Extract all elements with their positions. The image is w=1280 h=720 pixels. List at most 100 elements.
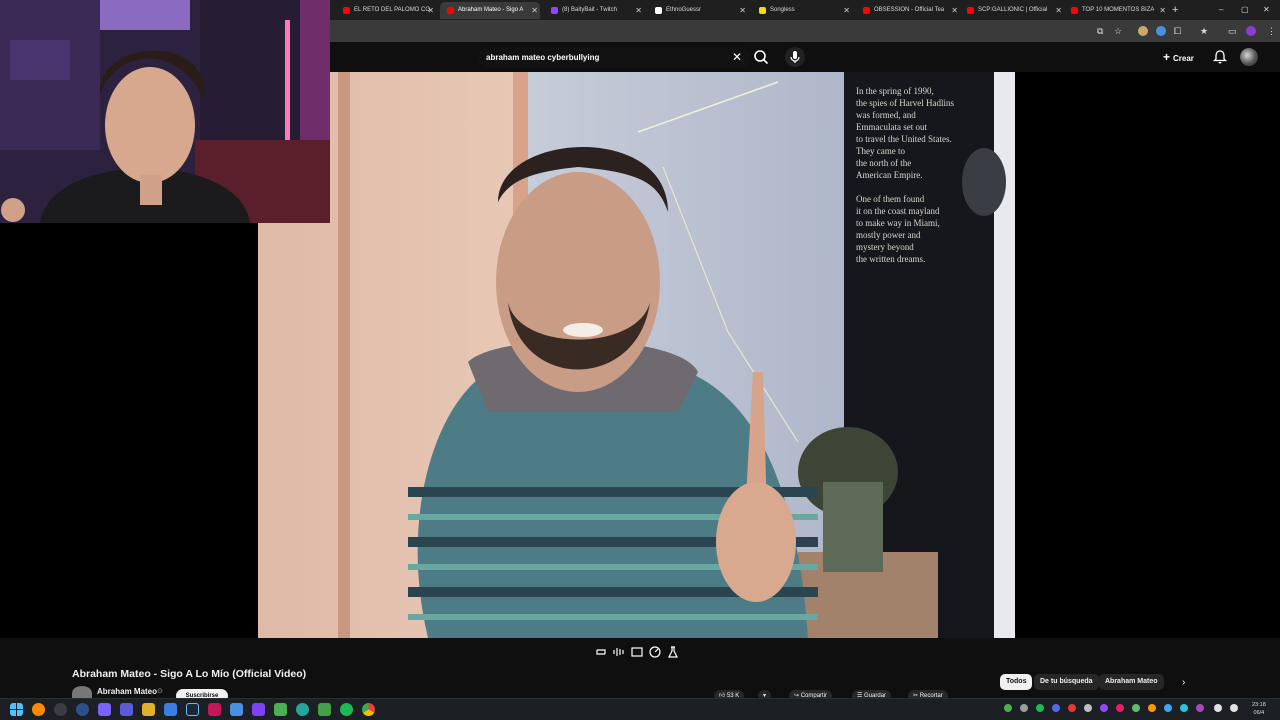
maximize-button[interactable]: ▢ bbox=[1241, 2, 1249, 18]
close-tab-icon[interactable]: ✕ bbox=[635, 2, 642, 19]
create-button[interactable]: + Crear bbox=[1163, 48, 1194, 66]
browser-tab[interactable]: (8) BaityBait - Twitch ✕ bbox=[544, 2, 644, 19]
songless-favicon-icon bbox=[759, 7, 766, 14]
channel-name[interactable]: Abraham Mateo bbox=[97, 687, 157, 696]
clear-search-icon[interactable]: ✕ bbox=[732, 47, 742, 68]
taskbar-app-icon[interactable] bbox=[76, 703, 89, 716]
create-label: Crear bbox=[1173, 54, 1194, 63]
search-icon[interactable] bbox=[32, 703, 45, 716]
close-tab-icon[interactable]: ✕ bbox=[843, 2, 850, 19]
taskbar-app-icon[interactable] bbox=[54, 703, 67, 716]
svg-text:was formed, and: was formed, and bbox=[856, 110, 916, 120]
tab-title: (8) BaityBait - Twitch bbox=[562, 7, 617, 13]
chip-abraham-mateo[interactable]: Abraham Mateo bbox=[1099, 674, 1164, 690]
miniplayer-icon[interactable] bbox=[630, 644, 644, 660]
tab-title: SCP:GALLIONIC | Official bbox=[978, 7, 1048, 13]
tray-icon[interactable] bbox=[1164, 704, 1172, 712]
windows-start-icon[interactable] bbox=[10, 703, 23, 716]
close-tab-icon[interactable]: ✕ bbox=[1055, 2, 1062, 19]
tray-icon[interactable] bbox=[1148, 704, 1156, 712]
tray-icon[interactable] bbox=[1116, 704, 1124, 712]
bookmarks-icon[interactable]: ★ bbox=[1200, 24, 1208, 38]
bookmark-star-icon[interactable]: ☆ bbox=[1114, 24, 1122, 38]
taskbar-app-icon[interactable] bbox=[318, 703, 331, 716]
spotify-icon[interactable] bbox=[340, 703, 353, 716]
close-tab-icon[interactable]: ✕ bbox=[739, 2, 746, 19]
profile-avatar-icon[interactable] bbox=[1246, 26, 1256, 36]
svg-text:In the spring of 1990,: In the spring of 1990, bbox=[856, 86, 934, 96]
browser-menu-icon[interactable]: ⋮ bbox=[1267, 24, 1276, 38]
os-taskbar: 23:18 06/4 bbox=[0, 698, 1280, 720]
tray-icon[interactable] bbox=[1004, 704, 1012, 712]
browser-tab-active[interactable]: Abraham Mateo - Sigo A ✕ bbox=[440, 2, 540, 19]
tray-icon[interactable] bbox=[1052, 704, 1060, 712]
close-tab-icon[interactable]: ✕ bbox=[951, 2, 958, 19]
tray-icon[interactable] bbox=[1180, 704, 1188, 712]
taskbar-app-icon[interactable] bbox=[142, 703, 155, 716]
video-frame[interactable]: In the spring of 1990, the spies of Harv… bbox=[258, 72, 1015, 638]
close-tab-icon[interactable]: ✕ bbox=[531, 2, 538, 19]
loop-icon[interactable] bbox=[594, 644, 608, 660]
svg-text:to travel the United States.: to travel the United States. bbox=[856, 134, 952, 144]
svg-text:it on the coast mayland: it on the coast mayland bbox=[856, 206, 940, 216]
chevron-right-icon[interactable]: › bbox=[1182, 676, 1185, 690]
taskbar-app-icon[interactable] bbox=[164, 703, 177, 716]
plus-icon: + bbox=[1163, 50, 1171, 64]
chip-todos[interactable]: Todos bbox=[1000, 674, 1033, 690]
speed-gauge-icon[interactable] bbox=[648, 644, 662, 660]
extension-icon[interactable] bbox=[1138, 26, 1148, 36]
taskbar-app-icon[interactable] bbox=[230, 703, 243, 716]
taskbar-app-icon[interactable] bbox=[120, 703, 133, 716]
wifi-icon[interactable] bbox=[1214, 704, 1222, 712]
notifications-bell-icon[interactable] bbox=[1212, 49, 1228, 65]
browser-tab[interactable]: OBSESSION - Official Tea ✕ bbox=[856, 2, 960, 19]
taskbar-app-icon[interactable] bbox=[98, 703, 111, 716]
clock-date: 06/4 bbox=[1253, 710, 1265, 716]
youtube-favicon-icon bbox=[863, 7, 870, 14]
browser-tab[interactable]: Songless ✕ bbox=[752, 2, 852, 19]
audio-wave-icon[interactable] bbox=[612, 644, 626, 660]
tray-icon[interactable] bbox=[1100, 704, 1108, 712]
browser-tab[interactable]: EL RETO DEL PALOMO CO ✕ bbox=[336, 2, 436, 19]
tab-title: OBSESSION - Official Tea bbox=[874, 7, 945, 13]
tray-icon[interactable] bbox=[1084, 704, 1092, 712]
tray-icon[interactable] bbox=[1196, 704, 1204, 712]
install-app-icon[interactable]: ⧉ bbox=[1097, 24, 1103, 38]
search-box[interactable]: abraham mateo cyberbullying ✕ bbox=[478, 47, 751, 68]
tray-icon[interactable] bbox=[1036, 704, 1044, 712]
extensions-puzzle-icon[interactable]: ⧠ bbox=[1174, 24, 1181, 38]
minimize-button[interactable]: – bbox=[1219, 2, 1223, 18]
svg-text:American Empire.: American Empire. bbox=[856, 170, 922, 180]
chip-de-tu-busqueda[interactable]: De tu búsqueda bbox=[1034, 674, 1099, 690]
chrome-icon[interactable] bbox=[362, 703, 375, 716]
streamer-webcam bbox=[0, 0, 330, 223]
taskbar-app-icon[interactable] bbox=[252, 703, 265, 716]
browser-tab[interactable]: TOP 10 MOMENTOS BIZA ✕ bbox=[1064, 2, 1168, 19]
browser-tab[interactable]: EthnoGuessr ✕ bbox=[648, 2, 748, 19]
tab-search-icon[interactable]: ▭ bbox=[1228, 24, 1237, 38]
svg-text:to make way in Miami,: to make way in Miami, bbox=[856, 218, 940, 228]
taskbar-clock[interactable]: 23:18 06/4 bbox=[1252, 701, 1266, 717]
tray-icon[interactable] bbox=[1132, 704, 1140, 712]
tray-icon[interactable] bbox=[1068, 704, 1076, 712]
search-input[interactable]: abraham mateo cyberbullying bbox=[486, 47, 599, 68]
close-window-button[interactable]: ✕ bbox=[1263, 2, 1270, 18]
microphone-icon[interactable] bbox=[785, 47, 805, 67]
volume-icon[interactable] bbox=[1230, 704, 1238, 712]
account-avatar[interactable] bbox=[1240, 48, 1258, 66]
steam-icon[interactable] bbox=[186, 703, 199, 716]
taskbar-app-icon[interactable] bbox=[274, 703, 287, 716]
extension-icon[interactable] bbox=[1156, 26, 1166, 36]
browser-tab[interactable]: SCP:GALLIONIC | Official ✕ bbox=[960, 2, 1064, 19]
tray-icon[interactable] bbox=[1020, 704, 1028, 712]
new-tab-button[interactable]: + bbox=[1172, 2, 1178, 18]
search-icon[interactable] bbox=[750, 47, 772, 67]
tab-title: EthnoGuessr bbox=[666, 7, 702, 13]
taskbar-app-icon[interactable] bbox=[208, 703, 221, 716]
svg-text:They came to: They came to bbox=[856, 146, 905, 156]
svg-text:mostly power and: mostly power and bbox=[856, 230, 921, 240]
flask-icon[interactable] bbox=[666, 644, 680, 660]
close-tab-icon[interactable]: ✕ bbox=[427, 2, 434, 19]
taskbar-app-icon[interactable] bbox=[296, 703, 309, 716]
close-tab-icon[interactable]: ✕ bbox=[1159, 2, 1166, 19]
